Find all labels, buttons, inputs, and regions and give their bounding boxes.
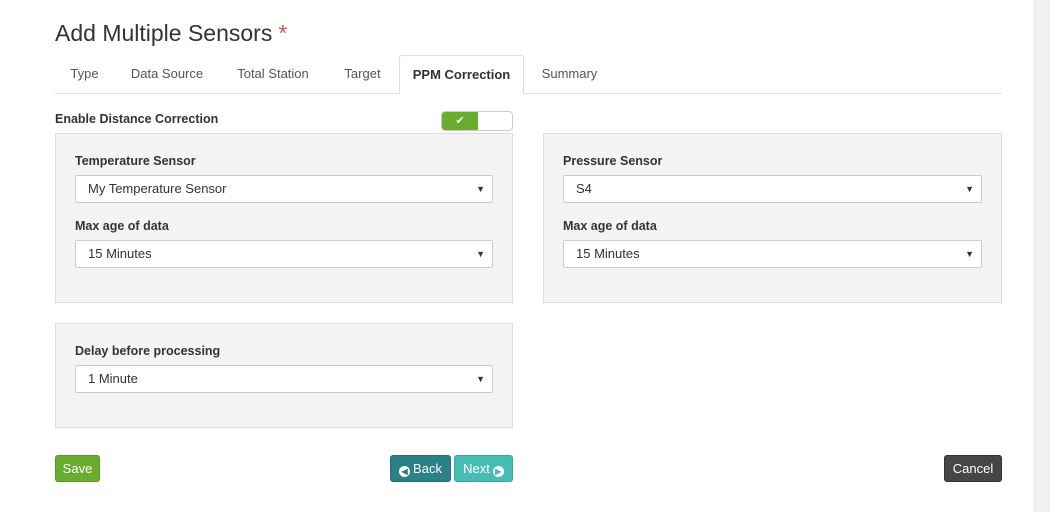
dropdown-caret-icon: ▼	[476, 184, 485, 194]
tab-target[interactable]: Target	[330, 55, 395, 94]
temperature-age-label: Max age of data	[75, 219, 169, 233]
tab-data-source[interactable]: Data Source	[117, 55, 217, 94]
chevron-right-circle-icon: ▶	[492, 466, 504, 477]
dropdown-caret-icon: ▼	[965, 249, 974, 259]
tab-total-station[interactable]: Total Station	[222, 55, 324, 94]
tab-type[interactable]: Type	[55, 55, 114, 94]
pressure-sensor-value: S4	[576, 181, 592, 196]
next-button[interactable]: Next ▶	[454, 455, 513, 482]
temperature-sensor-select[interactable]: My Temperature Sensor ▼	[75, 175, 493, 203]
delay-label: Delay before processing	[75, 344, 221, 358]
next-button-label: Next	[463, 461, 490, 476]
pressure-sensor-select[interactable]: S4 ▼	[563, 175, 982, 203]
tab-bar: Type Data Source Total Station Target PP…	[55, 55, 1002, 95]
tab-summary[interactable]: Summary	[528, 55, 611, 94]
scrollbar-track[interactable]	[1033, 0, 1050, 512]
delay-value: 1 Minute	[88, 371, 138, 386]
toggle-on-state: ✔	[442, 112, 478, 130]
temperature-sensor-value: My Temperature Sensor	[88, 181, 227, 196]
tab-ppm-correction[interactable]: PPM Correction	[399, 55, 524, 95]
dropdown-caret-icon: ▼	[965, 184, 974, 194]
temperature-age-value: 15 Minutes	[88, 246, 152, 261]
cancel-button[interactable]: Cancel	[944, 455, 1002, 482]
back-button[interactable]: ◀ Back	[390, 455, 451, 482]
check-icon: ✔	[455, 115, 465, 127]
dropdown-caret-icon: ▼	[476, 249, 485, 259]
delay-select[interactable]: 1 Minute ▼	[75, 365, 493, 393]
distance-correction-toggle[interactable]: ✔	[441, 111, 513, 131]
page-title-text: Add Multiple Sensors	[55, 20, 273, 46]
distance-correction-label: Enable Distance Correction	[55, 112, 219, 126]
chevron-left-circle-icon: ◀	[399, 466, 411, 477]
pressure-age-select[interactable]: 15 Minutes ▼	[563, 240, 982, 268]
back-button-label: Back	[413, 461, 442, 476]
page-title: Add Multiple Sensors *	[55, 20, 287, 47]
save-button[interactable]: Save	[55, 455, 100, 482]
pressure-sensor-label: Pressure Sensor	[563, 154, 663, 168]
temperature-age-select[interactable]: 15 Minutes ▼	[75, 240, 493, 268]
temperature-sensor-label: Temperature Sensor	[75, 154, 196, 168]
dropdown-caret-icon: ▼	[476, 374, 485, 384]
pressure-age-value: 15 Minutes	[576, 246, 640, 261]
required-marker: *	[278, 20, 288, 46]
pressure-age-label: Max age of data	[563, 219, 657, 233]
